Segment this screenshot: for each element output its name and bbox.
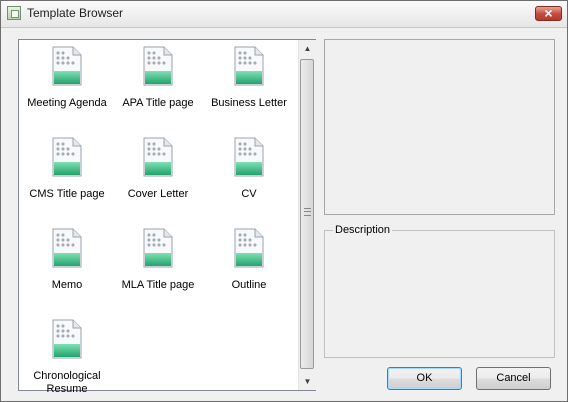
template-list-scrollbar[interactable]: ▲ ▼ bbox=[298, 40, 316, 390]
template-item-label: Chronological Resume bbox=[33, 370, 101, 395]
template-item-meeting-agenda[interactable]: Meeting Agenda bbox=[23, 44, 111, 124]
document-template-icon bbox=[52, 137, 82, 177]
scroll-down-icon[interactable]: ▼ bbox=[301, 375, 314, 388]
template-item-cv[interactable]: CV bbox=[205, 135, 293, 215]
cancel-button[interactable]: Cancel bbox=[476, 367, 551, 390]
description-group: Description bbox=[324, 224, 555, 358]
template-item-apa-title-page[interactable]: APA Title page bbox=[114, 44, 202, 124]
template-preview bbox=[324, 39, 555, 215]
description-label: Description bbox=[333, 224, 393, 237]
document-template-icon bbox=[143, 46, 173, 86]
template-item-label: Cover Letter bbox=[127, 188, 189, 200]
template-item-label: CMS Title page bbox=[29, 188, 105, 200]
template-item-label: MLA Title page bbox=[121, 279, 195, 291]
ok-button[interactable]: OK bbox=[387, 367, 462, 390]
window-title: Template Browser bbox=[27, 6, 124, 20]
template-item-business-letter[interactable]: Business Letter bbox=[205, 44, 293, 124]
document-template-icon bbox=[143, 137, 173, 177]
template-item-label: Business Letter bbox=[211, 97, 287, 109]
document-template-icon bbox=[52, 46, 82, 86]
document-template-icon bbox=[234, 228, 264, 268]
app-window-icon bbox=[7, 6, 21, 20]
scroll-up-icon[interactable]: ▲ bbox=[301, 42, 314, 55]
grip-icon bbox=[304, 208, 311, 216]
template-browser-window: Template Browser × Meeting Agenda APA Ti… bbox=[0, 0, 568, 402]
close-icon: × bbox=[544, 5, 553, 21]
template-item-memo[interactable]: Memo bbox=[23, 226, 111, 306]
template-item-cms-title-page[interactable]: CMS Title page bbox=[23, 135, 111, 215]
template-item-label: CV bbox=[241, 188, 257, 200]
document-template-icon bbox=[234, 46, 264, 86]
template-item-label: APA Title page bbox=[122, 97, 194, 109]
template-item-mla-title-page[interactable]: MLA Title page bbox=[114, 226, 202, 306]
document-template-icon bbox=[52, 228, 82, 268]
template-item-outline[interactable]: Outline bbox=[205, 226, 293, 306]
template-item-label: Meeting Agenda bbox=[27, 97, 107, 109]
template-list[interactable]: Meeting Agenda APA Title page Business L… bbox=[18, 39, 316, 395]
scroll-thumb[interactable] bbox=[300, 59, 314, 369]
close-button[interactable]: × bbox=[535, 5, 562, 21]
document-template-icon bbox=[234, 137, 264, 177]
template-item-cover-letter[interactable]: Cover Letter bbox=[114, 135, 202, 215]
title-bar[interactable]: Template Browser × bbox=[1, 1, 567, 28]
template-item-label: Outline bbox=[231, 279, 267, 291]
document-template-icon bbox=[143, 228, 173, 268]
template-item-label: Memo bbox=[51, 279, 83, 291]
document-template-icon bbox=[52, 319, 82, 359]
template-item-chronological-resume[interactable]: Chronological Resume bbox=[23, 317, 111, 397]
